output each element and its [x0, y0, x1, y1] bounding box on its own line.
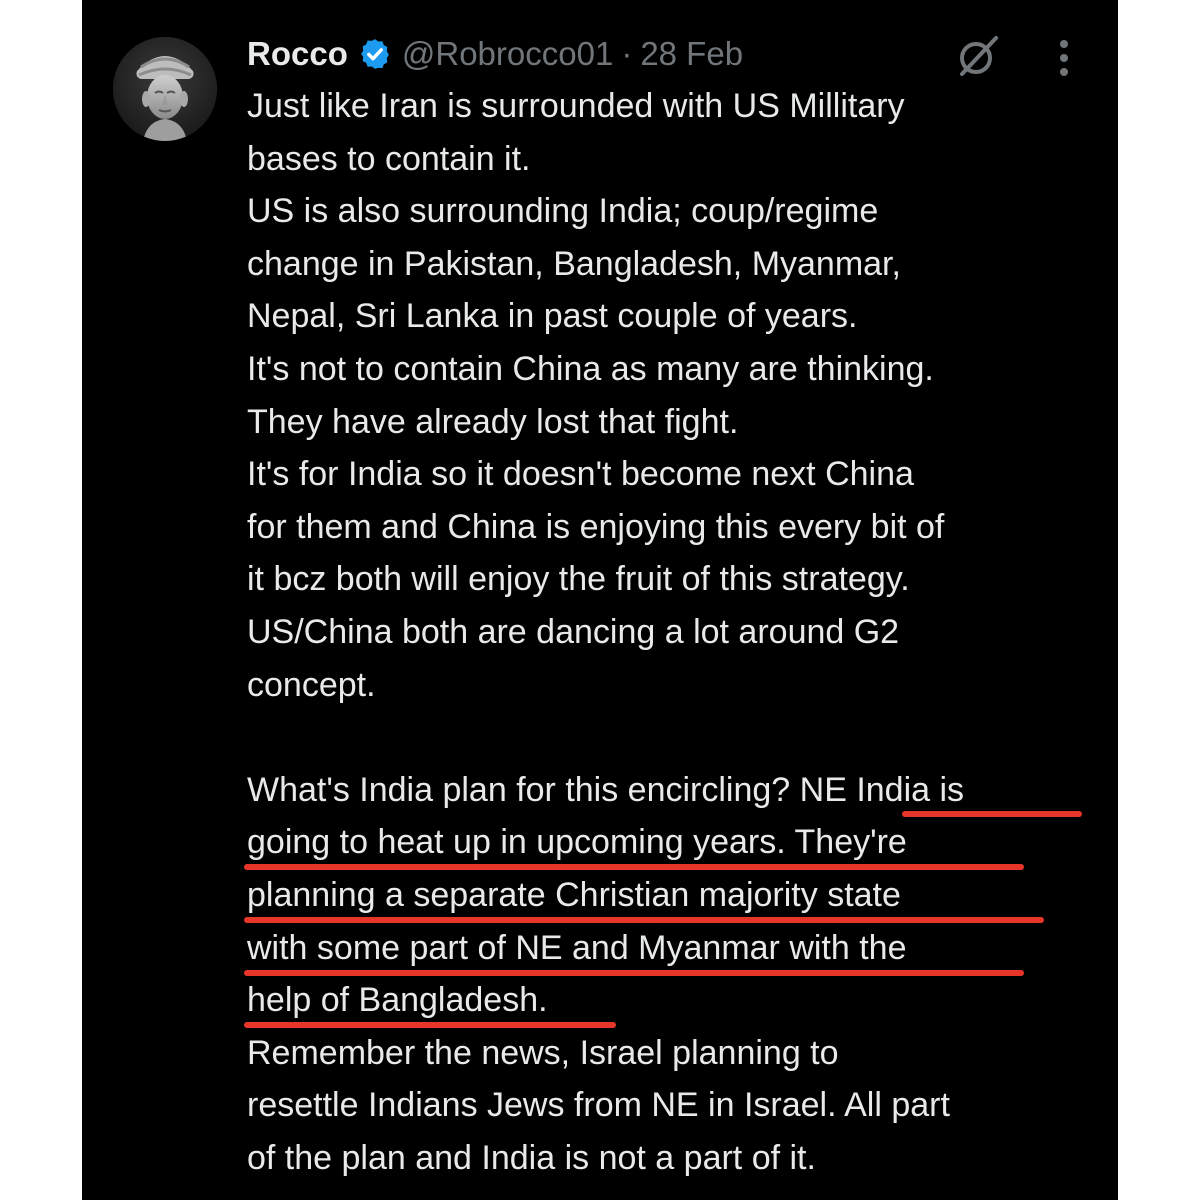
tweet-text-line: change in Pakistan, Bangladesh, Myanmar, [247, 244, 901, 283]
tweet-text-line: concept. [247, 665, 376, 704]
highlight-underline [244, 970, 1024, 976]
tweet-card: Rocco @Robrocco01 · 28 Feb Just like Ira… [82, 0, 1118, 1200]
tweet-text-line: Just like Iran is surrounded with US Mil… [247, 87, 905, 125]
tweet-header: Rocco @Robrocco01 · 28 Feb [247, 26, 743, 82]
tweet-text-line: US/China both are dancing a lot around G… [247, 612, 900, 651]
tweet-text-line: US is also surrounding India; coup/regim… [247, 192, 879, 231]
highlight-underline [244, 917, 1044, 923]
tweet-text-line: with some part of NE and Myanmar with th… [247, 928, 907, 967]
statue-portrait-avatar-icon [113, 37, 217, 141]
tweet-text-line: It's for India so it doesn't become next… [247, 455, 914, 494]
avatar[interactable] [113, 37, 217, 141]
author-handle[interactable]: @Robrocco01 [402, 35, 613, 73]
grok-icon[interactable] [954, 32, 1002, 80]
tweet-text-line: resettle Indians Jews from NE in Israel.… [247, 1086, 950, 1125]
tweet-text-line: of the plan and India is not a part of i… [247, 1138, 816, 1177]
tweet-text-line: help of Bangladesh. [247, 981, 548, 1020]
author-name[interactable]: Rocco [247, 35, 348, 73]
tweet-text-line: It's not to contain China as many are th… [247, 349, 934, 388]
tweet-text-line: Nepal, Sri Lanka in past couple of years… [247, 297, 858, 336]
highlight-underline [902, 811, 1082, 817]
tweet-text-line: for them and China is enjoying this ever… [247, 507, 945, 546]
more-options-icon[interactable] [1048, 34, 1080, 82]
tweet-text-line: They have already lost that fight. [247, 402, 739, 441]
tweet-date[interactable]: 28 Feb [640, 35, 743, 73]
tweet-text: Just like Iran is surrounded with US Mil… [247, 80, 1107, 1184]
highlight-underline [244, 864, 1024, 870]
header-separator: · [621, 35, 633, 72]
tweet-text-line: going to heat up in upcoming years. They… [247, 823, 907, 862]
verified-badge-icon [360, 39, 389, 69]
tweet-text-line: bases to contain it. [247, 139, 531, 178]
tweet-text-line: it bcz both will enjoy the fruit of this… [247, 560, 910, 599]
highlight-underline [244, 1022, 616, 1028]
tweet-text-line: planning a separate Christian majority s… [247, 875, 901, 914]
tweet-text-line: Remember the news, Israel planning to [247, 1033, 839, 1072]
tweet-text-line: What's India plan for this encircling? N… [247, 770, 965, 809]
